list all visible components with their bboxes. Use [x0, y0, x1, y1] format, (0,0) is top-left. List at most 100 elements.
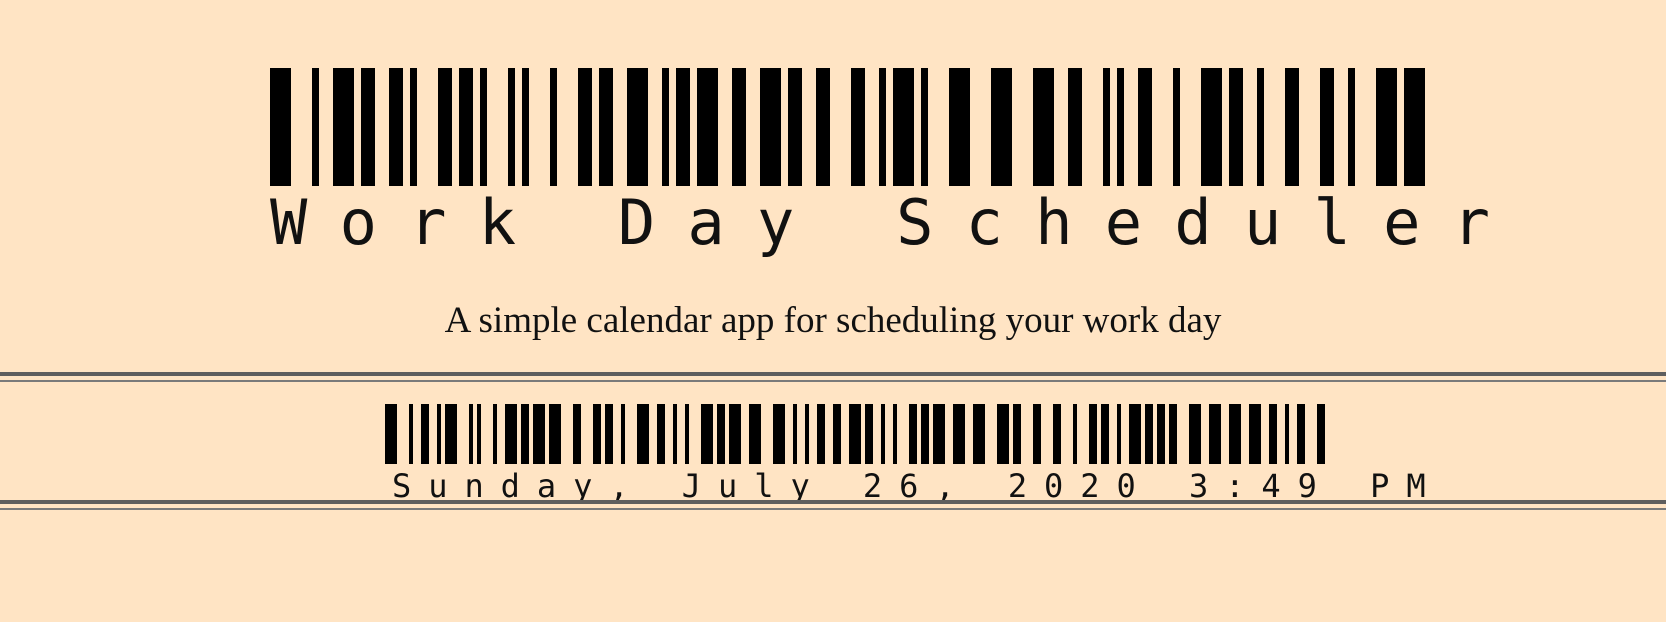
barcode-bar — [1145, 404, 1153, 464]
barcode-bar — [409, 404, 413, 464]
barcode-bar — [949, 68, 970, 186]
barcode-bar — [573, 404, 581, 464]
barcode-bar — [1297, 404, 1305, 464]
barcode-bar — [1269, 404, 1277, 464]
barcode-bar — [1348, 68, 1355, 186]
barcode-bar — [1157, 404, 1165, 464]
barcode-bar — [893, 68, 914, 186]
barcode-bar — [627, 68, 648, 186]
barcode-bar — [1129, 404, 1141, 464]
barcode-bar — [881, 404, 885, 464]
barcode-bar — [662, 68, 669, 186]
barcode-bar — [469, 404, 473, 464]
barcode-bar — [849, 404, 861, 464]
barcode-bar — [991, 68, 1012, 186]
barcode-bar — [459, 68, 473, 186]
barcode-bar — [593, 404, 601, 464]
barcode-bar — [1320, 68, 1334, 186]
barcode-bar — [760, 68, 781, 186]
barcode-bar — [788, 68, 802, 186]
barcode-bar — [605, 404, 613, 464]
barcode-bar — [1229, 68, 1243, 186]
barcode-bar — [437, 404, 441, 464]
barcode-bar — [817, 404, 825, 464]
barcode-bar — [550, 68, 557, 186]
barcode-bar — [1117, 68, 1124, 186]
barcode-bar — [1229, 404, 1241, 464]
barcode-bar — [1101, 404, 1109, 464]
barcode-bar — [997, 404, 1009, 464]
barcode-bar — [389, 68, 403, 186]
barcode-bar — [477, 404, 481, 464]
barcode-bar — [676, 68, 690, 186]
divider-bottom — [0, 500, 1666, 510]
barcode-bar — [533, 404, 545, 464]
jumbotron-header: Work Day Scheduler A simple calendar app… — [0, 0, 1666, 372]
barcode-bar — [1068, 68, 1082, 186]
barcode-bar — [933, 404, 945, 464]
barcode-bar — [480, 68, 487, 186]
barcode-bar — [312, 68, 319, 186]
divider-top — [0, 372, 1666, 382]
barcode-bar — [1189, 404, 1201, 464]
barcode-bar — [701, 404, 713, 464]
barcode-bar — [953, 404, 965, 464]
barcode-bar — [621, 404, 625, 464]
barcode-bar — [1103, 68, 1110, 186]
title-barcode-graphic — [270, 68, 1425, 186]
barcode-bar — [1376, 68, 1397, 186]
barcode-bar — [909, 404, 917, 464]
barcode-bar — [1089, 404, 1097, 464]
barcode-bar — [732, 68, 746, 186]
barcode-bar — [333, 68, 354, 186]
barcode-bar — [717, 404, 725, 464]
barcode-bar — [851, 68, 865, 186]
barcode-bar — [1169, 404, 1177, 464]
barcode-bar — [1201, 68, 1222, 186]
page-title: Work Day Scheduler — [270, 186, 1523, 259]
barcode-bar — [410, 68, 417, 186]
page-subtitle: A simple calendar app for scheduling you… — [444, 300, 1222, 341]
barcode-bar — [893, 404, 897, 464]
barcode-bar — [549, 404, 561, 464]
barcode-bar — [657, 404, 665, 464]
barcode-bar — [697, 68, 718, 186]
barcode-bar — [421, 404, 429, 464]
barcode-bar — [505, 404, 517, 464]
barcode-bar — [685, 404, 689, 464]
barcode-bar — [805, 404, 809, 464]
barcode-bar — [1117, 404, 1121, 464]
barcode-bar — [578, 68, 592, 186]
barcode-bar — [438, 68, 452, 186]
barcode-bar — [1285, 68, 1299, 186]
barcode-bar — [508, 68, 515, 186]
barcode-bar — [385, 404, 397, 464]
barcode-bar — [445, 404, 457, 464]
barcode-bar — [793, 404, 797, 464]
barcode-bar — [673, 404, 677, 464]
barcode-bar — [921, 404, 929, 464]
barcode-bar — [921, 68, 928, 186]
barcode-bar — [1209, 404, 1221, 464]
barcode-bar — [1138, 68, 1152, 186]
barcode-bar — [1173, 68, 1180, 186]
barcode-bar — [521, 404, 529, 464]
date-barcode-graphic — [385, 404, 1325, 464]
barcode-bar — [637, 404, 649, 464]
barcode-bar — [1013, 404, 1021, 464]
barcode-bar — [1073, 404, 1077, 464]
barcode-bar — [816, 68, 830, 186]
barcode-bar — [1053, 404, 1061, 464]
barcode-bar — [1404, 68, 1425, 186]
barcode-bar — [729, 404, 741, 464]
barcode-bar — [522, 68, 529, 186]
barcode-bar — [1249, 404, 1261, 464]
barcode-bar — [973, 404, 985, 464]
barcode-bar — [1033, 404, 1041, 464]
barcode-bar — [270, 68, 291, 186]
barcode-bar — [361, 68, 375, 186]
barcode-bar — [749, 404, 761, 464]
barcode-bar — [1033, 68, 1054, 186]
barcode-bar — [879, 68, 886, 186]
barcode-bar — [833, 404, 841, 464]
